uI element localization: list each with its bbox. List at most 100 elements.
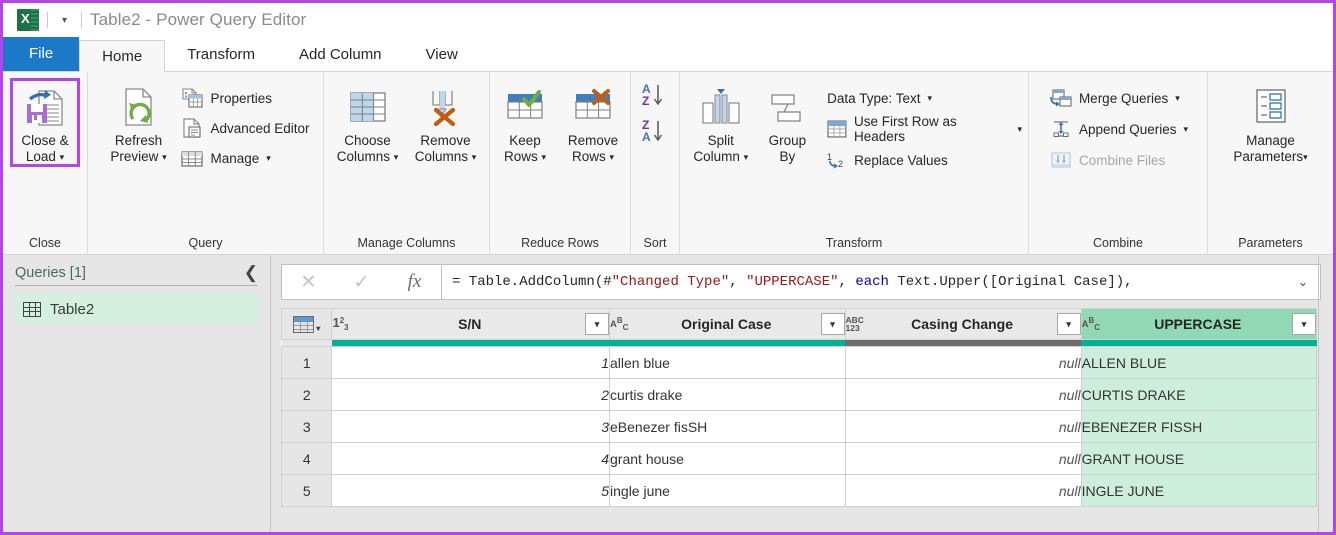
quick-access-toolbar-caret-icon[interactable]: ▾	[56, 15, 73, 26]
collapse-queries-pane-icon[interactable]: ❮	[244, 264, 258, 281]
merge-queries-caret-icon[interactable]: ▾	[1175, 93, 1180, 103]
cell-casing-change[interactable]: null	[844, 442, 1082, 475]
query-list-item-table2[interactable]: Table2	[15, 294, 258, 324]
refresh-preview-button[interactable]: Refresh Preview ▾	[101, 80, 175, 165]
append-queries-caret-icon[interactable]: ▾	[1184, 124, 1189, 134]
combine-files-icon	[1051, 151, 1071, 168]
cell-original-case[interactable]: allen blue	[609, 346, 846, 379]
ribbon-tab-strip: File Home Transform Add Column View	[3, 37, 1333, 72]
remove-rows-label-line1: Remove	[567, 133, 619, 148]
merge-queries-button[interactable]: Merge Queries ▾	[1050, 86, 1188, 110]
table-row[interactable]: 5 5 ingle june null INGLE JUNE	[280, 474, 1318, 507]
close-and-load-caret-icon[interactable]: ▾	[60, 152, 65, 162]
column-header-casing-change[interactable]: ABC 123 Casing Change ▾	[844, 308, 1082, 340]
cell-casing-change[interactable]: null	[844, 410, 1082, 443]
sort-ascending-button[interactable]: A Z	[640, 82, 670, 108]
use-first-row-caret-icon[interactable]: ▾	[1017, 124, 1022, 134]
advanced-editor-button[interactable]: Advanced Editor	[181, 116, 310, 140]
tab-transform[interactable]: Transform	[165, 39, 277, 71]
tab-file[interactable]: File	[3, 37, 80, 71]
tab-view[interactable]: View	[403, 39, 480, 71]
cell-original-case[interactable]: grant house	[609, 442, 846, 475]
remove-columns-button[interactable]: Remove Columns ▾	[409, 80, 483, 165]
cell-sn[interactable]: 3	[331, 410, 611, 443]
cell-uppercase[interactable]: GRANT HOUSE	[1080, 442, 1318, 475]
cell-uppercase[interactable]: ALLEN BLUE	[1080, 346, 1318, 379]
column-filter-button-sn[interactable]: ▾	[585, 313, 610, 335]
column-filter-button-original-case[interactable]: ▾	[820, 313, 845, 335]
keep-rows-button[interactable]: Keep Rows ▾	[492, 80, 558, 165]
manage-caret-icon[interactable]: ▾	[266, 153, 271, 163]
properties-button[interactable]: Properties	[181, 86, 309, 110]
table-header-row: ▾ 123 S/N ▾ ABC Original Case ▾ ABC 123 …	[280, 308, 1318, 340]
table-row[interactable]: 1 1 allen blue null ALLEN BLUE	[280, 346, 1318, 379]
cell-uppercase[interactable]: INGLE JUNE	[1080, 474, 1318, 507]
quality-bar-sn	[331, 340, 610, 346]
cell-original-case[interactable]: eBenezer fisSH	[609, 410, 846, 443]
column-header-sn[interactable]: 123 S/N ▾	[331, 308, 611, 340]
group-by-label-line2: By	[779, 149, 796, 164]
cell-casing-change[interactable]: null	[844, 346, 1082, 379]
tab-add-column[interactable]: Add Column	[276, 39, 404, 71]
split-column-label-line2: Column	[693, 149, 740, 164]
choose-columns-button[interactable]: Choose Columns ▾	[331, 80, 405, 165]
cell-sn[interactable]: 1	[331, 346, 611, 379]
refresh-preview-label-line1: Refresh	[114, 133, 163, 148]
keep-rows-caret-icon[interactable]: ▾	[542, 152, 547, 162]
column-filter-button-uppercase[interactable]: ▾	[1292, 313, 1316, 335]
cell-sn[interactable]: 2	[331, 378, 611, 411]
split-column-caret-icon[interactable]: ▾	[744, 152, 749, 162]
cell-original-case[interactable]: curtis drake	[609, 378, 846, 411]
preview-pane: ✕ ✓ fx = Table.AddColumn(#"Changed Type"…	[271, 255, 1333, 532]
cell-uppercase[interactable]: EBENEZER FISSH	[1080, 410, 1318, 443]
remove-columns-caret-icon[interactable]: ▾	[472, 152, 477, 162]
replace-values-button[interactable]: 1 2 Replace Values	[827, 148, 1022, 172]
close-and-load-icon	[23, 84, 67, 130]
manage-parameters-caret-icon[interactable]: ▾	[1303, 152, 1308, 162]
manage-button[interactable]: Manage ▾	[181, 146, 309, 170]
row-number: 5	[280, 474, 333, 507]
formula-expand-caret-icon[interactable]: ⌄	[1290, 274, 1316, 290]
refresh-preview-caret-icon[interactable]: ▾	[162, 152, 167, 162]
table-row[interactable]: 4 4 grant house null GRANT HOUSE	[280, 442, 1318, 475]
ribbon-group-label-transform: Transform	[825, 236, 883, 250]
formula-cancel-button[interactable]: ✕	[282, 271, 335, 294]
formula-fx-icon[interactable]: fx	[388, 271, 441, 293]
use-first-row-as-headers-button[interactable]: Use First Row as Headers ▾	[827, 114, 1022, 144]
properties-label: Properties	[210, 90, 272, 106]
split-column-icon	[698, 84, 744, 130]
formula-part-1: "Changed Type"	[611, 274, 730, 290]
cell-casing-change[interactable]: null	[844, 474, 1082, 507]
table-row[interactable]: 3 3 eBenezer fisSH null EBENEZER FISSH	[280, 410, 1318, 443]
window-title: Table2 - Power Query Editor	[90, 10, 307, 29]
sort-descending-button[interactable]: Z A	[640, 118, 670, 144]
refresh-preview-label-line2: Preview	[110, 149, 159, 164]
append-queries-button[interactable]: Append Queries ▾	[1050, 117, 1188, 141]
cell-original-case[interactable]: ingle june	[609, 474, 846, 507]
data-type-caret-icon[interactable]: ▾	[927, 93, 932, 103]
close-and-load-button[interactable]: Close & Load ▾	[10, 78, 80, 167]
manage-parameters-button[interactable]: Manage Parameters▾	[1224, 80, 1318, 165]
select-all-columns-button[interactable]: ▾	[280, 308, 333, 340]
column-header-uppercase[interactable]: ABC UPPERCASE ▾	[1080, 308, 1318, 340]
table-row[interactable]: 2 2 curtis drake null CURTIS DRAKE	[280, 378, 1318, 411]
table-select-caret-icon[interactable]: ▾	[316, 324, 320, 333]
formula-accept-button[interactable]: ✓	[335, 271, 388, 294]
formula-input[interactable]: = Table.AddColumn(#"Changed Type", "UPPE…	[442, 264, 1321, 300]
group-by-button[interactable]: Group By	[758, 80, 818, 165]
svg-text:2: 2	[838, 159, 843, 169]
split-column-button[interactable]: Split Column ▾	[686, 80, 756, 165]
cell-sn[interactable]: 5	[331, 474, 611, 507]
cell-casing-change[interactable]: null	[844, 378, 1082, 411]
cell-sn[interactable]: 4	[331, 442, 611, 475]
row-number: 2	[280, 378, 333, 411]
remove-rows-caret-icon[interactable]: ▾	[610, 152, 615, 162]
choose-columns-caret-icon[interactable]: ▾	[394, 152, 399, 162]
close-and-load-label-line1: Close &	[21, 133, 69, 148]
tab-home[interactable]: Home	[79, 40, 166, 72]
column-filter-button-casing-change[interactable]: ▾	[1056, 313, 1081, 335]
cell-uppercase[interactable]: CURTIS DRAKE	[1080, 378, 1318, 411]
column-header-original-case[interactable]: ABC Original Case ▾	[609, 308, 846, 340]
remove-rows-button[interactable]: Remove Rows ▾	[558, 80, 628, 165]
data-type-button[interactable]: Data Type: Text ▾	[827, 86, 1022, 110]
